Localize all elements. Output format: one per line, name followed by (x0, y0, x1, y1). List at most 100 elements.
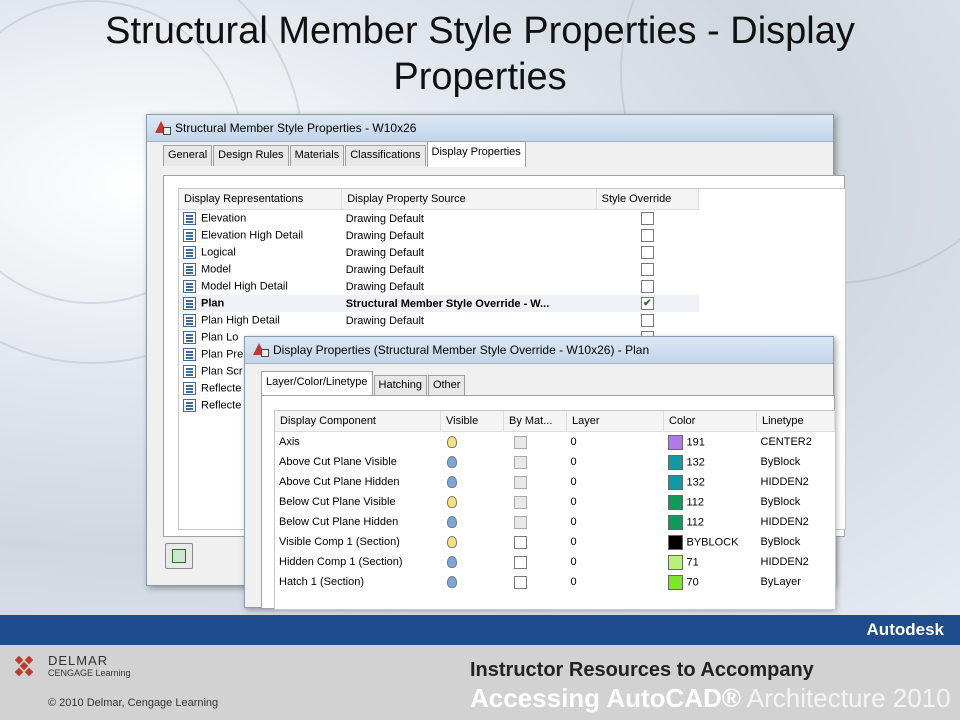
by-material-checkbox[interactable] (513, 435, 527, 449)
rep-name: Elevation High Detail (201, 229, 304, 242)
lightbulb-icon[interactable] (446, 456, 457, 469)
tab-general[interactable]: General (163, 145, 213, 166)
color-cell[interactable]: 112 (664, 512, 757, 532)
linetype-cell[interactable]: ByBlock (757, 492, 835, 512)
style-override-checkbox[interactable] (640, 212, 654, 225)
color-cell[interactable]: 191 (664, 432, 757, 453)
by-material-checkbox[interactable] (513, 515, 527, 529)
style-override-checkbox[interactable] (640, 229, 654, 242)
linetype-cell[interactable]: CENTER2 (757, 432, 835, 453)
table-row[interactable]: Logical Drawing Default (179, 244, 699, 261)
linetype-cell[interactable]: ByBlock (757, 532, 835, 552)
table-row[interactable]: Above Cut Plane Hidden 0 132 HIDDEN2 (275, 472, 835, 492)
color-label: 71 (686, 555, 699, 568)
display-components-list: Display Component Visible By Mat... Laye… (274, 410, 836, 610)
col-linetype[interactable]: Linetype (756, 411, 835, 432)
lightbulb-icon[interactable] (446, 496, 457, 509)
col-color[interactable]: Color (663, 411, 757, 432)
col-visible[interactable]: Visible (440, 411, 504, 432)
style-override-checkbox[interactable]: ✔ (640, 297, 654, 310)
layer-cell[interactable]: 0 (567, 532, 664, 552)
lightbulb-icon[interactable] (446, 556, 457, 569)
lightbulb-icon[interactable] (446, 516, 457, 529)
style-override-checkbox[interactable] (640, 263, 654, 276)
display-rep-icon (183, 297, 196, 310)
display-tab-strip: Layer/Color/Linetype Hatching Other (245, 371, 833, 397)
tab-design-rules[interactable]: Design Rules (213, 145, 289, 166)
table-row[interactable]: Below Cut Plane Visible 0 112 ByBlock (275, 492, 835, 512)
by-material-cell (504, 492, 567, 512)
layer-cell[interactable]: 0 (567, 492, 664, 512)
color-cell[interactable]: 70 (664, 572, 757, 592)
style-override-checkbox[interactable] (640, 314, 654, 327)
by-material-checkbox[interactable] (513, 575, 527, 589)
linetype-cell[interactable]: ByBlock (757, 452, 835, 472)
color-cell[interactable]: BYBLOCK (664, 532, 757, 552)
lightbulb-icon[interactable] (446, 576, 457, 589)
col-display-component[interactable]: Display Component (275, 411, 441, 432)
rep-name: Logical (201, 246, 236, 259)
lightbulb-icon[interactable] (446, 436, 457, 449)
table-row[interactable]: Elevation High Detail Drawing Default (179, 227, 699, 244)
layer-cell[interactable]: 0 (567, 512, 664, 532)
table-row[interactable]: Above Cut Plane Visible 0 132 ByBlock (275, 452, 835, 472)
layer-cell[interactable]: 0 (567, 552, 664, 572)
rep-name: Plan Scr (201, 365, 243, 378)
by-material-cell (504, 432, 567, 453)
layer-cell[interactable]: 0 (567, 452, 664, 472)
table-row[interactable]: Elevation Drawing Default (179, 210, 699, 228)
table-row[interactable]: Axis 0 191 CENTER2 (275, 432, 835, 453)
rep-name: Plan Pre (201, 348, 244, 361)
color-cell[interactable]: 132 (664, 452, 757, 472)
linetype-cell[interactable]: HIDDEN2 (757, 552, 835, 572)
by-material-checkbox[interactable] (513, 555, 527, 569)
lightbulb-icon[interactable] (446, 536, 457, 549)
style-override-checkbox[interactable] (640, 246, 654, 259)
rep-name: Model (201, 263, 231, 276)
table-row[interactable]: Plan Structural Member Style Override - W… (179, 295, 699, 312)
by-material-checkbox[interactable] (513, 495, 527, 509)
table-row[interactable]: Visible Comp 1 (Section) 0 BYBLOCK ByBlock (275, 532, 835, 552)
table-row[interactable]: Below Cut Plane Hidden 0 112 HIDDEN2 (275, 512, 835, 532)
tab-other[interactable]: Other (427, 375, 466, 396)
rep-name-cell: Plan High Detail (179, 312, 342, 329)
color-label: 132 (686, 475, 705, 488)
by-material-checkbox[interactable] (513, 475, 527, 489)
layer-cell[interactable]: 0 (567, 572, 664, 592)
layer-cell[interactable]: 0 (567, 472, 664, 492)
tab-materials[interactable]: Materials (289, 145, 345, 166)
col-by-material[interactable]: By Mat... (503, 411, 567, 432)
table-row[interactable]: Model High Detail Drawing Default (179, 278, 699, 295)
main-window-bottom-button[interactable] (165, 543, 193, 569)
linetype-cell[interactable]: HIDDEN2 (757, 512, 835, 532)
linetype-cell[interactable]: HIDDEN2 (757, 472, 835, 492)
table-row[interactable]: Hidden Comp 1 (Section) 0 71 HIDDEN2 (275, 552, 835, 572)
visible-cell (441, 572, 504, 592)
display-window-title: Display Properties (Structural Member St… (273, 343, 650, 357)
table-row[interactable]: Plan High Detail Drawing Default (179, 312, 699, 329)
lightbulb-icon[interactable] (446, 476, 457, 489)
layer-cell[interactable]: 0 (567, 432, 664, 453)
table-row[interactable]: Hatch 1 (Section) 0 70 ByLayer (275, 572, 835, 592)
tab-classifications[interactable]: Classifications (345, 145, 426, 166)
tab-display-properties[interactable]: Display Properties (426, 141, 526, 167)
style-override-checkbox[interactable] (640, 280, 654, 293)
col-display-property-source[interactable]: Display Property Source (341, 189, 597, 210)
color-cell[interactable]: 112 (664, 492, 757, 512)
visible-cell (441, 472, 504, 492)
by-material-checkbox[interactable] (513, 455, 527, 469)
linetype-cell[interactable]: ByLayer (757, 572, 835, 592)
tab-hatching[interactable]: Hatching (373, 375, 427, 396)
by-material-checkbox[interactable] (513, 535, 527, 549)
main-window-title: Structural Member Style Properties - W10… (175, 121, 417, 135)
col-layer[interactable]: Layer (566, 411, 664, 432)
col-display-representations[interactable]: Display Representations (179, 189, 343, 210)
table-row[interactable]: Model Drawing Default (179, 261, 699, 278)
main-window-titlebar[interactable]: Structural Member Style Properties - W10… (147, 115, 833, 142)
display-window-titlebar[interactable]: Display Properties (Structural Member St… (245, 337, 833, 364)
rep-override-cell (596, 227, 698, 244)
tab-layer-color-linetype[interactable]: Layer/Color/Linetype (261, 371, 373, 397)
color-cell[interactable]: 132 (664, 472, 757, 492)
color-cell[interactable]: 71 (664, 552, 757, 572)
col-style-override[interactable]: Style Override (596, 189, 700, 210)
